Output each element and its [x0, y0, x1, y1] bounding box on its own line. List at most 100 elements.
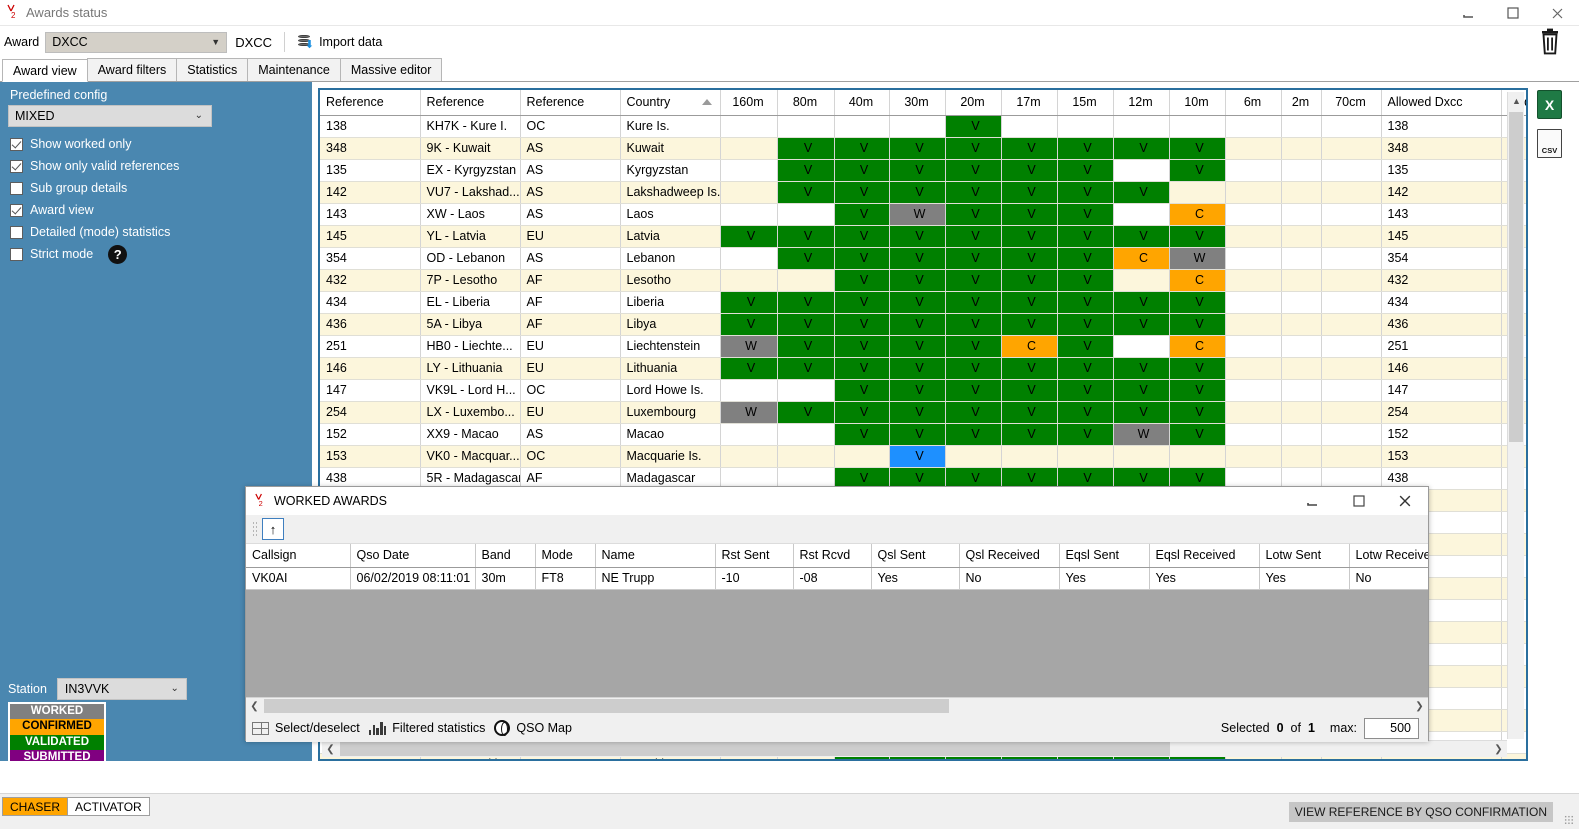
dialog-minimize-button[interactable]	[1290, 487, 1336, 515]
cell-band-6m[interactable]	[1225, 247, 1282, 270]
export-excel-button[interactable]: X	[1537, 90, 1562, 119]
cell-band-17m[interactable]: V	[1001, 291, 1058, 314]
cell-band-12m[interactable]	[1113, 159, 1170, 182]
cell-band-15m[interactable]: V	[1057, 203, 1114, 226]
cell-band-17m[interactable]: V	[1001, 401, 1058, 424]
cell-band-20m[interactable]: V	[945, 137, 1002, 160]
cell-allowed-dxcc[interactable]: 145	[1381, 225, 1502, 248]
cell-band-12m[interactable]: V	[1113, 379, 1170, 402]
cell-band-30m[interactable]	[889, 115, 946, 138]
qso-col-rst-rcvd[interactable]: Rst Rcvd	[793, 544, 872, 568]
qso-col-band[interactable]: Band	[475, 544, 536, 568]
cell-band-17m[interactable]: V	[1001, 225, 1058, 248]
cell-band-17m[interactable]: V	[1001, 203, 1058, 226]
max-input[interactable]: 500	[1364, 717, 1419, 739]
qso-cell-rst-rcvd[interactable]: -08	[793, 567, 872, 590]
table-row[interactable]: 354 OD - Lebanon AS Lebanon V V V V V V C W 354	[320, 247, 1526, 270]
cell-continent[interactable]: EU	[520, 335, 621, 358]
cell-reference-number[interactable]: 152	[320, 423, 421, 446]
cell-band-10m[interactable]	[1169, 115, 1226, 138]
drag-handle[interactable]	[252, 521, 258, 537]
col-band-70cm[interactable]: 70cm	[1321, 90, 1382, 116]
cell-allowed-dxcc[interactable]: 146	[1381, 357, 1502, 380]
cell-band-160m[interactable]	[720, 203, 778, 226]
cell-band-80m[interactable]: V	[777, 225, 835, 248]
cell-band-70cm[interactable]	[1321, 181, 1382, 204]
cell-country[interactable]: Lord Howe Is.	[620, 379, 721, 402]
cell-reference-number[interactable]: 432	[320, 269, 421, 292]
cell-allowed-dxcc[interactable]: 251	[1381, 335, 1502, 358]
cell-reference-prefix[interactable]: EX - Kyrgyzstan	[420, 159, 521, 182]
cell-band-30m[interactable]: V	[889, 181, 946, 204]
cell-band-12m[interactable]: V	[1113, 225, 1170, 248]
cell-band-2m[interactable]	[1281, 401, 1322, 424]
cell-band-30m[interactable]: V	[889, 247, 946, 270]
cell-allowed-dxcc[interactable]: 138	[1381, 115, 1502, 138]
checkbox-strict-mode[interactable]: Strict mode ?	[8, 243, 304, 265]
qso-cell-qsl-received[interactable]: No	[959, 567, 1060, 590]
cell-band-80m[interactable]	[777, 445, 835, 468]
cell-band-40m[interactable]: V	[834, 357, 890, 380]
cell-reference-prefix[interactable]: LX - Luxembo...	[420, 401, 521, 424]
cell-country[interactable]: Macquarie Is.	[620, 445, 721, 468]
cell-reference-number[interactable]: 254	[320, 401, 421, 424]
cell-band-40m[interactable]: V	[834, 269, 890, 292]
cell-band-12m[interactable]: V	[1113, 137, 1170, 160]
cell-country[interactable]: Kuwait	[620, 137, 721, 160]
cell-band-17m[interactable]: V	[1001, 159, 1058, 182]
cell-band-10m[interactable]: C	[1169, 203, 1226, 226]
cell-band-80m[interactable]: V	[777, 181, 835, 204]
cell-band-10m[interactable]: V	[1169, 137, 1226, 160]
cell-band-70cm[interactable]	[1321, 203, 1382, 226]
table-row[interactable]: 152 XX9 - Macao AS Macao V V V V V W V 152	[320, 423, 1526, 446]
cell-band-12m[interactable]: W	[1113, 423, 1170, 446]
cell-band-20m[interactable]: V	[945, 115, 1002, 138]
cell-band-6m[interactable]	[1225, 357, 1282, 380]
cell-band-40m[interactable]: V	[834, 313, 890, 336]
cell-band-70cm[interactable]	[1321, 247, 1382, 270]
cell-band-6m[interactable]	[1225, 137, 1282, 160]
cell-band-10m[interactable]	[1169, 181, 1226, 204]
cell-reference-prefix[interactable]: VU7 - Lakshad...	[420, 181, 521, 204]
cell-band-6m[interactable]	[1225, 203, 1282, 226]
cell-continent[interactable]: AS	[520, 159, 621, 182]
qso-cell-eqsl-received[interactable]: Yes	[1149, 567, 1260, 590]
cell-band-70cm[interactable]	[1321, 357, 1382, 380]
cell-band-17m[interactable]: V	[1001, 181, 1058, 204]
cell-reference-number[interactable]: 135	[320, 159, 421, 182]
qso-cell-qso-date[interactable]: 06/02/2019 08:11:01	[350, 567, 476, 590]
cell-band-30m[interactable]: V	[889, 313, 946, 336]
cell-band-20m[interactable]: V	[945, 225, 1002, 248]
cell-band-30m[interactable]: V	[889, 159, 946, 182]
tab-award-view[interactable]: Award view	[2, 59, 88, 82]
cell-band-15m[interactable]: V	[1057, 159, 1114, 182]
checkbox-show-only-valid-references[interactable]: Show only valid references	[8, 155, 304, 177]
qso-col-qsl-sent[interactable]: Qsl Sent	[871, 544, 960, 568]
cell-continent[interactable]: AF	[520, 269, 621, 292]
cell-band-20m[interactable]: V	[945, 269, 1002, 292]
cell-band-17m[interactable]: V	[1001, 423, 1058, 446]
cell-band-40m[interactable]: V	[834, 159, 890, 182]
cell-allowed-dxcc[interactable]: 143	[1381, 203, 1502, 226]
cell-band-20m[interactable]: V	[945, 401, 1002, 424]
qso-col-eqsl-sent[interactable]: Eqsl Sent	[1059, 544, 1150, 568]
cell-continent[interactable]: AS	[520, 181, 621, 204]
col-band-30m[interactable]: 30m	[889, 90, 946, 116]
select-deselect-button[interactable]: Select/deselect	[252, 721, 360, 735]
cell-band-2m[interactable]	[1281, 291, 1322, 314]
cell-band-40m[interactable]: V	[834, 203, 890, 226]
tab-activator[interactable]: ACTIVATOR	[67, 797, 150, 816]
dialog-scroll-left-icon[interactable]: ❮	[246, 698, 263, 714]
cell-allowed-dxcc[interactable]: 142	[1381, 181, 1502, 204]
cell-band-15m[interactable]: V	[1057, 269, 1114, 292]
cell-reference-number[interactable]: 436	[320, 313, 421, 336]
cell-band-40m[interactable]	[834, 115, 890, 138]
cell-band-160m[interactable]	[720, 445, 778, 468]
cell-band-15m[interactable]: V	[1057, 291, 1114, 314]
qso-cell-rst-sent[interactable]: -10	[715, 567, 794, 590]
cell-band-70cm[interactable]	[1321, 225, 1382, 248]
cell-band-30m[interactable]: W	[889, 203, 946, 226]
dialog-scroll-right-icon[interactable]: ❯	[1411, 698, 1428, 714]
cell-band-80m[interactable]: V	[777, 401, 835, 424]
qso-cell-lotw-sent[interactable]: Yes	[1259, 567, 1350, 590]
